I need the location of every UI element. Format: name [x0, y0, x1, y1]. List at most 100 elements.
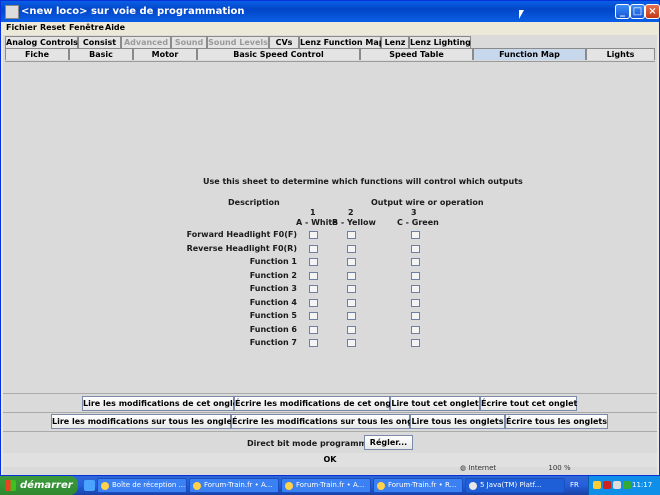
clock[interactable]: 11:17	[632, 481, 652, 489]
output-checkbox[interactable]	[411, 258, 420, 266]
read-changes-this-tab-button[interactable]: Lire les modifications de cet onglet	[82, 396, 242, 411]
output-checkbox[interactable]	[411, 298, 420, 307]
read-all-tabs-button[interactable]: Lire tous les onglets	[410, 414, 505, 429]
output-checkbox[interactable]	[347, 244, 356, 253]
tray-icon[interactable]	[603, 481, 611, 489]
programming-mode-label: Direct bit mode programming	[247, 439, 382, 448]
output-checkbox[interactable]	[411, 339, 420, 347]
function-map-panel: Use this sheet to determine which functi…	[5, 61, 655, 393]
taskbar-item-forum-2[interactable]: Forum-Train.fr • A...	[281, 478, 371, 493]
output-checkbox[interactable]	[347, 285, 356, 293]
taskbar-item-java[interactable]: 5 Java(TM) Platf...	[465, 478, 565, 493]
tab-consist[interactable]: Consist	[78, 36, 121, 48]
app-icon	[5, 5, 19, 19]
write-all-this-tab-button[interactable]: Écrire tout cet onglet	[480, 396, 577, 411]
output-checkbox[interactable]	[411, 231, 420, 239]
write-changes-this-tab-button[interactable]: Écrire les modifications de cet onglet	[234, 396, 403, 411]
taskbar-item-forum-3[interactable]: Forum-Train.fr • R...	[373, 478, 463, 493]
maximize-button[interactable]: □	[630, 4, 645, 19]
tab-analog-controls[interactable]: Analog Controls	[5, 36, 78, 48]
mouse-cursor	[519, 10, 524, 19]
java-icon	[469, 482, 477, 490]
output-checkbox[interactable]	[347, 298, 356, 307]
menu-reset[interactable]: Reset	[40, 23, 66, 32]
output-checkbox[interactable]	[411, 325, 420, 334]
function-row-label: Function 7	[249, 338, 297, 347]
tab-lights[interactable]: Lights	[586, 48, 655, 60]
minimize-button[interactable]: _	[615, 4, 630, 19]
menu-fichier[interactable]: Fichier	[6, 23, 37, 32]
tab-sound-levels[interactable]: Sound Levels	[207, 36, 269, 48]
output-checkbox[interactable]	[309, 231, 318, 239]
function-row-label: Function 1	[249, 257, 297, 266]
menu-bar: Fichier Reset Fenêtre Aide	[1, 22, 659, 35]
output-checkbox[interactable]	[309, 285, 318, 293]
output-checkbox[interactable]	[309, 271, 318, 280]
tab-cvs[interactable]: CVs	[269, 36, 299, 48]
write-all-tabs-button[interactable]: Écrire tous les onglets	[505, 414, 608, 429]
quicklaunch-icon[interactable]	[84, 480, 95, 491]
taskbar-item-forum-1[interactable]: Forum-Train.fr • A...	[189, 478, 279, 493]
output-checkbox[interactable]	[309, 339, 318, 347]
tab-sound[interactable]: Sound	[171, 36, 207, 48]
output-checkbox[interactable]	[309, 298, 318, 307]
language-indicator[interactable]: FR	[570, 481, 579, 489]
column-number-1: 1	[310, 208, 316, 217]
function-row-label: Function 6	[249, 324, 297, 334]
menu-fenetre[interactable]: Fenêtre	[69, 23, 104, 32]
read-changes-all-tabs-button[interactable]: Lire les modifications sur tous les ongl…	[51, 414, 241, 429]
tab-advanced[interactable]: Advanced	[121, 36, 171, 48]
read-all-this-tab-button[interactable]: Lire tout cet onglet	[390, 396, 480, 411]
content-area: Analog Controls Consist Advanced Sound S…	[3, 35, 657, 475]
separator	[3, 431, 657, 432]
taskbar-item-outlook[interactable]: Boîte de réception ...	[97, 478, 187, 493]
output-checkbox[interactable]	[309, 312, 318, 320]
windows-logo-icon	[5, 480, 16, 491]
column-label-green: C - Green	[397, 218, 439, 227]
output-checkbox[interactable]	[309, 244, 318, 253]
tab-function-map[interactable]: Function Map	[473, 48, 586, 60]
tray-icon[interactable]	[613, 481, 621, 489]
output-checkbox[interactable]	[309, 258, 318, 266]
tab-fiche[interactable]: Fiche	[5, 48, 69, 60]
function-row-label: Forward Headlight F0(F)	[186, 230, 297, 239]
output-checkbox[interactable]	[411, 244, 420, 253]
close-button[interactable]: ×	[645, 4, 660, 19]
start-button[interactable]: démarrer	[0, 476, 78, 495]
function-row-label: Function 3	[249, 284, 297, 293]
output-checkbox[interactable]	[411, 271, 420, 280]
tab-basic-speed-control[interactable]: Basic Speed Control	[197, 48, 360, 60]
jmri-window: <new loco> sur voie de programmation _ □…	[0, 0, 660, 476]
output-checkbox[interactable]	[411, 285, 420, 293]
zoom-level[interactable]: 100 %	[548, 464, 570, 472]
tab-lenz-function-map[interactable]: Lenz Function Map	[299, 36, 385, 48]
tab-row-1: Analog Controls Consist Advanced Sound S…	[5, 36, 655, 48]
output-checkbox[interactable]	[309, 325, 318, 334]
tray-icon[interactable]	[623, 481, 631, 489]
output-checkbox[interactable]	[347, 258, 356, 266]
tab-lenz[interactable]: Lenz	[381, 36, 409, 48]
regler-button[interactable]: Régler...	[364, 435, 413, 450]
output-checkbox[interactable]	[347, 325, 356, 334]
tray-icon[interactable]	[593, 481, 601, 489]
tab-motor[interactable]: Motor	[133, 48, 197, 60]
column-number-3: 3	[411, 208, 417, 217]
output-checkbox[interactable]	[347, 339, 356, 347]
browser-status-strip: ◍ Internet 100 %	[460, 464, 571, 472]
output-checkbox[interactable]	[347, 231, 356, 239]
title-bar[interactable]: <new loco> sur voie de programmation _ □…	[1, 1, 660, 22]
output-checkbox[interactable]	[347, 271, 356, 280]
output-checkbox[interactable]	[411, 312, 420, 320]
tab-basic[interactable]: Basic	[69, 48, 133, 60]
description-header: Description	[228, 198, 280, 207]
tab-lenz-lighting[interactable]: Lenz Lighting	[409, 36, 471, 48]
function-row-label: Function 2	[249, 270, 297, 280]
tab-speed-table[interactable]: Speed Table	[360, 48, 473, 60]
output-checkbox[interactable]	[347, 312, 356, 320]
window-title: <new loco> sur voie de programmation	[21, 6, 245, 17]
tab-row-2: Fiche Basic Motor Basic Speed Control Sp…	[5, 48, 655, 60]
menu-aide[interactable]: Aide	[105, 23, 125, 32]
write-changes-all-tabs-button[interactable]: Écrire les modifications sur tous les on…	[231, 414, 430, 429]
instruction-text: Use this sheet to determine which functi…	[203, 177, 523, 186]
taskbar: démarrer Boîte de réception ... Forum-Tr…	[0, 476, 660, 495]
